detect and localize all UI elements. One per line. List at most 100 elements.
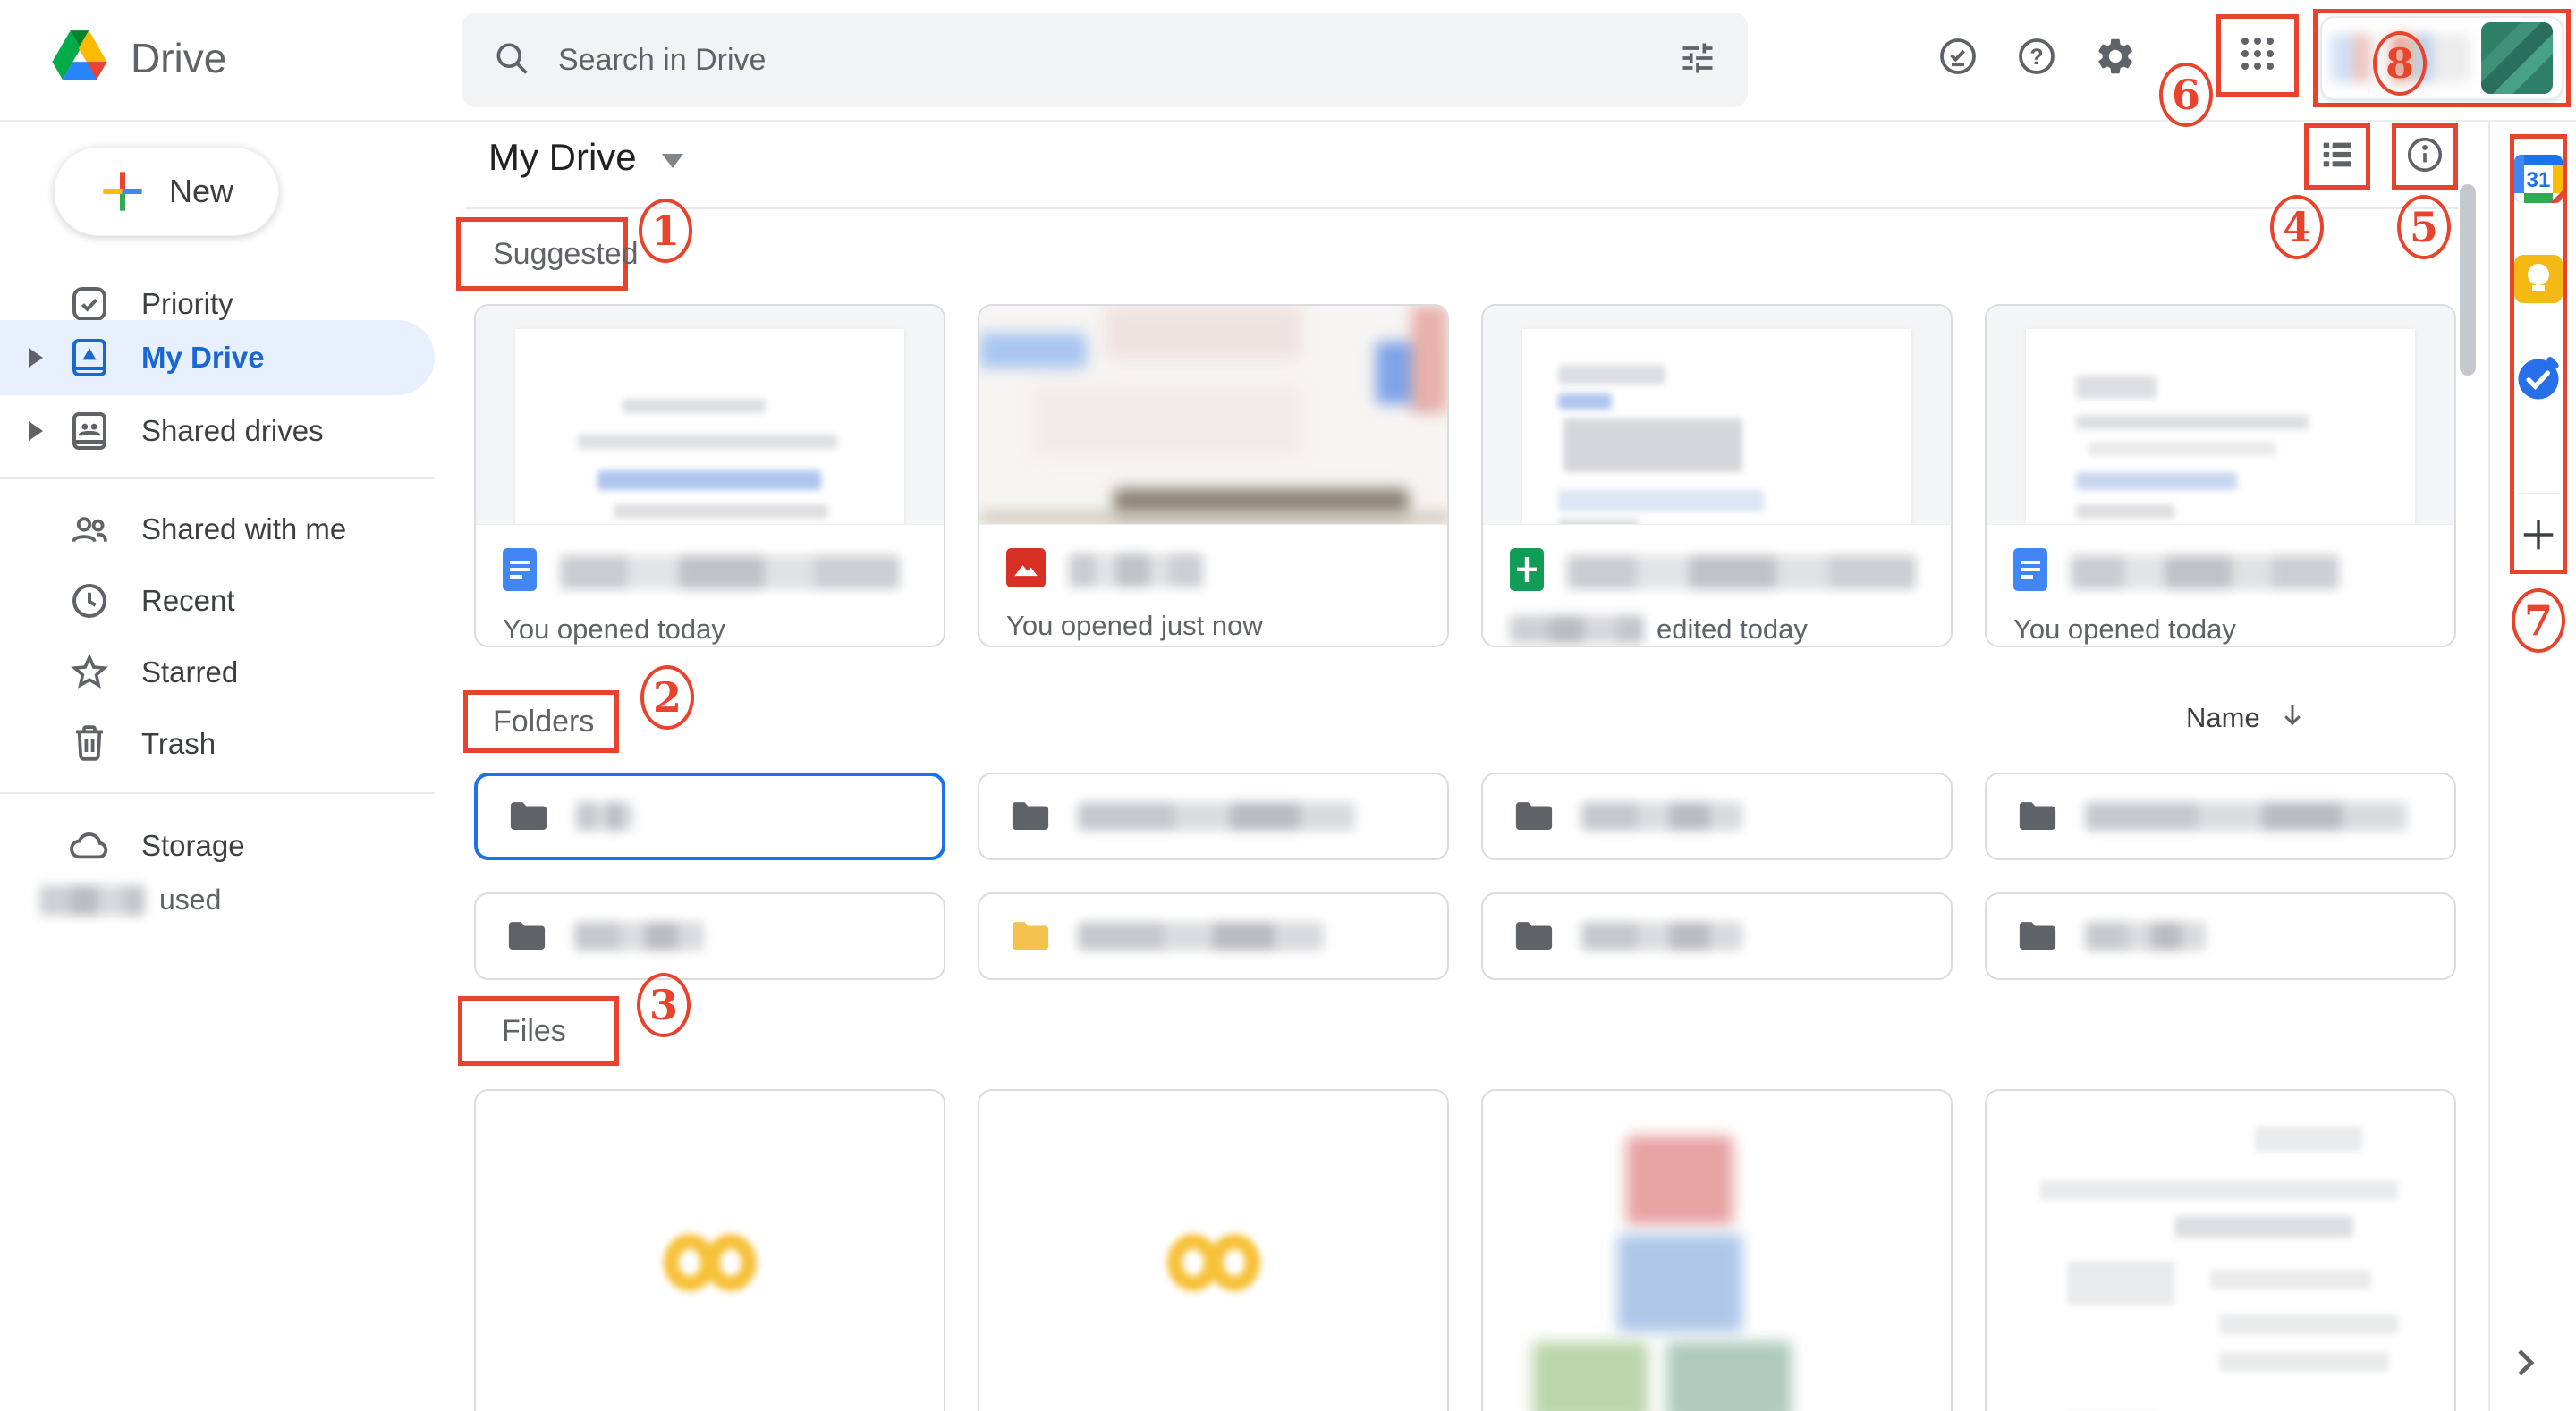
file-card[interactable] (1985, 1089, 2456, 1411)
folder-icon (508, 799, 549, 833)
left-sidebar: New Priority My Drive (0, 120, 452, 1411)
new-button[interactable]: New (54, 147, 279, 236)
google-drive-app: Drive Search in Drive ? (0, 0, 2576, 1411)
info-icon[interactable] (2404, 134, 2445, 180)
folder-name-redacted (2085, 922, 2206, 951)
file-card[interactable] (978, 1089, 1449, 1411)
expand-arrow-icon[interactable] (29, 421, 43, 441)
sidebar-item-shared-with-me[interactable]: Shared with me (0, 494, 435, 565)
search-icon[interactable] (492, 38, 531, 82)
offline-status-icon[interactable] (1934, 32, 1982, 80)
suggested-card[interactable]: edited today (1481, 304, 1953, 647)
sidebar-item-my-drive[interactable]: My Drive (0, 320, 435, 395)
plus-multicolor-icon (99, 168, 146, 215)
suggested-card[interactable]: You opened today (1985, 304, 2456, 647)
svg-text:?: ? (2029, 45, 2043, 70)
storage-used-row: used (39, 883, 221, 917)
panel-divider (2518, 493, 2559, 494)
top-app-bar: Drive Search in Drive ? (0, 0, 2576, 122)
my-drive-icon (68, 336, 111, 379)
folder-card[interactable] (1481, 773, 1953, 860)
folder-card[interactable] (1985, 773, 2456, 860)
sidebar-item-storage[interactable]: Storage (0, 810, 435, 882)
folder-icon (1513, 919, 1555, 953)
section-label-folders: Folders (493, 705, 594, 739)
folder-card[interactable] (1985, 892, 2456, 980)
folder-name-redacted (1078, 922, 1324, 951)
sort-label[interactable]: Name (2186, 702, 2260, 734)
folder-icon (1513, 799, 1555, 833)
chevron-down-icon[interactable] (662, 154, 683, 168)
header-divider (465, 207, 2458, 209)
section-label-suggested: Suggested (493, 237, 639, 272)
sidebar-item-recent[interactable]: Recent (0, 565, 435, 637)
shared-with-me-icon (68, 508, 111, 551)
editor-name-redacted (1510, 615, 1644, 644)
google-tasks-icon[interactable] (2514, 355, 2563, 408)
expand-arrow-icon[interactable] (29, 348, 43, 368)
file-thumbnail (1483, 306, 1951, 525)
sidebar-item-trash[interactable]: Trash (0, 708, 435, 780)
vertical-scrollbar[interactable] (2460, 184, 2476, 376)
folder-name-redacted (576, 802, 633, 831)
right-side-panel: 31 7 (2488, 120, 2576, 1411)
suggested-card[interactable]: You opened today (474, 304, 945, 647)
sidebar-divider (0, 477, 435, 479)
folder-card[interactable] (978, 892, 1449, 980)
settings-gear-icon[interactable] (2091, 32, 2140, 80)
sidebar-item-shared-drives[interactable]: Shared drives (0, 395, 435, 467)
search-options-icon[interactable] (1678, 38, 1717, 82)
folder-card[interactable] (474, 892, 945, 980)
location-title[interactable]: My Drive (488, 136, 683, 179)
storage-cloud-icon (68, 824, 111, 867)
drive-logo-text: Drive (131, 34, 226, 82)
card-caption: You opened today (503, 613, 944, 646)
sidebar-item-starred[interactable]: Starred (0, 637, 435, 708)
folder-name-redacted (1078, 802, 1355, 831)
annotation-number-5: 5 (2397, 195, 2451, 259)
annotation-box-account: 8 (2313, 9, 2571, 107)
folder-name-redacted (1581, 802, 1742, 831)
trash-icon (68, 722, 111, 765)
account-area[interactable] (2320, 16, 2563, 100)
file-title-redacted (560, 555, 900, 589)
file-card[interactable] (474, 1089, 945, 1411)
emoji-thumbnail-redacted (1167, 1234, 1260, 1291)
collapse-panel-chevron[interactable] (2503, 1341, 2546, 1389)
annotation-box-files: Files (458, 996, 619, 1066)
storage-used-label: used (159, 883, 221, 917)
docs-file-icon (503, 548, 537, 596)
annotation-box-suggested: Suggested (456, 217, 628, 291)
apps-grid-icon[interactable] (2236, 32, 2279, 80)
folder-card-selected[interactable] (474, 773, 945, 860)
priority-icon (68, 283, 111, 325)
google-keep-icon[interactable] (2514, 255, 2563, 303)
search-bar[interactable]: Search in Drive (462, 13, 1748, 107)
recent-clock-icon (68, 579, 111, 622)
sort-control[interactable]: Name (2186, 699, 2309, 736)
annotation-number-2: 2 (640, 665, 694, 730)
annotation-number-3: 3 (637, 973, 691, 1037)
annotation-number-1: 1 (639, 199, 692, 263)
shared-drives-icon (68, 410, 111, 452)
list-view-icon[interactable] (2317, 134, 2358, 180)
storage-amount-redacted (39, 885, 145, 916)
arrow-down-icon[interactable] (2276, 699, 2309, 736)
file-card[interactable] (1481, 1089, 1953, 1411)
search-input[interactable]: Search in Drive (558, 43, 1678, 78)
add-icon[interactable] (2518, 514, 2559, 560)
google-calendar-icon[interactable]: 31 (2514, 155, 2563, 203)
image-file-icon (1006, 548, 1046, 592)
folder-icon (1010, 799, 1051, 833)
drive-logo[interactable]: Drive (50, 29, 226, 87)
annotation-box-list-view (2304, 123, 2370, 190)
suggested-card[interactable]: You opened just now (978, 304, 1449, 647)
file-title-redacted (1069, 553, 1203, 587)
emoji-thumbnail-redacted (664, 1234, 757, 1291)
file-thumbnail (476, 306, 944, 525)
annotation-number-7: 7 (2512, 588, 2565, 653)
account-avatar[interactable] (2481, 22, 2553, 94)
help-icon[interactable]: ? (2012, 32, 2061, 80)
folder-card[interactable] (1481, 892, 1953, 980)
folder-card[interactable] (978, 773, 1449, 860)
